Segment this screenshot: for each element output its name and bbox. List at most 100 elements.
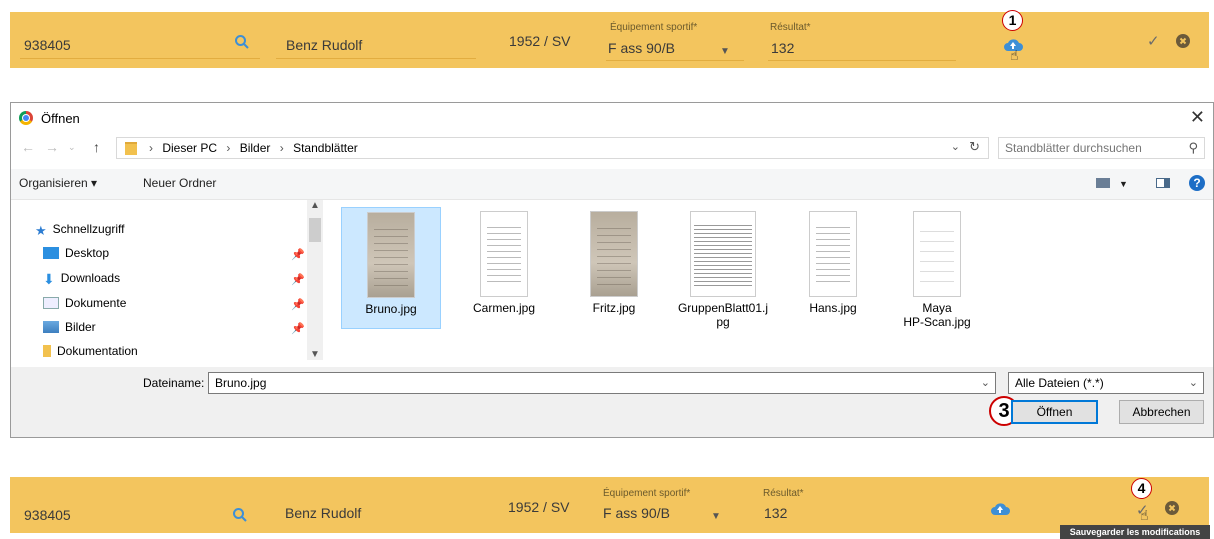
help-icon[interactable]: ? [1189,175,1205,191]
open-button[interactable]: Öffnen [1011,400,1098,424]
nav-item-pictures[interactable]: Bilder [43,320,96,334]
file-name: Fritz.jpg [592,301,636,315]
divider [606,60,744,61]
scroll-thumb[interactable] [309,218,321,242]
cloud-upload-icon[interactable] [990,502,1010,521]
caret-down-icon[interactable]: ▼ [711,511,721,522]
file-item-maya[interactable]: Maya HP-Scan.jpg [887,207,987,329]
equipment-label: Équipement sportif* [610,22,698,33]
up-icon[interactable]: ↑ [93,139,100,155]
back-icon[interactable]: ← [21,139,35,155]
file-thumbnail [590,211,638,297]
file-item-fritz[interactable]: Fritz.jpg [564,207,664,315]
chevron-down-icon[interactable]: ⌄ [1189,376,1198,389]
equipment-label: Équipement sportif* [603,488,691,499]
divider [768,60,956,61]
file-thumbnail [809,211,857,297]
organize-menu[interactable]: Organisieren ▾ [19,176,97,190]
step-badge-1: 1 [1002,10,1023,31]
file-thumbnail [367,212,415,298]
search-icon[interactable]: ⚲ [1188,140,1198,156]
filetype-select[interactable]: Alle Dateien (*.*) ⌄ [1008,372,1204,394]
hand-cursor-icon: ☝ [1010,47,1019,63]
documents-icon [43,297,59,309]
check-icon[interactable]: ✓ [1147,32,1160,50]
file-name: pg [716,315,730,329]
pin-icon[interactable]: 📌 [291,248,305,261]
file-thumbnail [480,211,528,297]
record-id: 938405 [24,507,71,523]
file-name: Bruno.jpg [365,302,417,316]
file-name: HP-Scan.jpg [903,315,971,329]
file-item-bruno[interactable]: Bruno.jpg [341,207,441,329]
athlete-name: Benz Rudolf [286,37,363,53]
forward-icon[interactable]: → [45,139,59,155]
caret-down-icon[interactable]: ▼ [1119,179,1128,189]
new-folder-button[interactable]: Neuer Ordner [143,176,216,190]
result-input[interactable]: 132 [764,505,787,521]
result-input[interactable]: 132 [771,40,794,56]
save-tooltip: Sauvegarder les modifications [1060,525,1210,539]
star-icon: ★ [35,223,47,238]
search-box[interactable]: ⚲ [998,137,1205,159]
file-name: Hans.jpg [809,301,857,315]
pictures-icon [43,321,59,333]
desktop-folder-icon [43,247,59,259]
search-input[interactable] [1003,140,1177,156]
caret-down-icon[interactable]: ▼ [720,46,730,57]
nav-item-downloads[interactable]: ⬇ Downloads [43,271,120,287]
scroll-down-icon[interactable]: ▼ [310,349,320,360]
file-open-dialog: Öffnen ✕ ← → ⌄ ↑ › Dieser PC › Bilder › … [10,102,1214,438]
year-category: 1952 / SV [509,33,571,49]
record-row-bottom: 938405 Benz Rudolf 1952 / SV Équipement … [10,477,1209,533]
chevron-down-icon[interactable]: ⌄ [981,376,990,389]
search-icon[interactable] [232,507,248,528]
breadcrumb-item[interactable]: Dieser PC [162,141,217,155]
download-icon: ⬇ [43,271,55,287]
filename-input[interactable] [213,375,957,391]
refresh-icon[interactable]: ↻ [969,139,980,155]
search-icon[interactable] [234,34,250,55]
file-item-gruppenblatt[interactable]: GruppenBlatt01.j pg [673,207,773,329]
address-row: ← → ⌄ ↑ › Dieser PC › Bilder › Standblät… [11,137,1213,161]
nav-item-desktop[interactable]: Desktop [43,246,109,260]
close-icon[interactable]: ✕ [1190,107,1205,128]
chevron-down-icon[interactable]: ⌄ [951,140,960,153]
preview-pane-icon[interactable] [1156,178,1170,188]
close-circle-icon[interactable] [1176,34,1190,53]
breadcrumb-item[interactable]: Standblätter [293,141,358,155]
nav-item-quick-access[interactable]: ★ Schnellzugriff [35,222,124,238]
scroll-up-icon[interactable]: ▲ [310,200,320,211]
folder-icon [43,345,51,357]
result-label: Résultat* [763,488,804,499]
navigation-pane: ★ Schnellzugriff Desktop 📌 ⬇ Downloads 📌 D… [11,200,325,360]
history-chevron-icon[interactable]: ⌄ [68,142,76,153]
file-name: GruppenBlatt01.j [677,301,769,315]
record-id: 938405 [24,37,71,53]
pin-icon[interactable]: 📌 [291,322,305,335]
dialog-toolbar: Organisieren ▾ Neuer Ordner ▼ ? [11,169,1213,200]
dialog-footer: Dateiname: ⌄ Alle Dateien (*.*) ⌄ 3 Öffn… [11,367,1213,437]
divider [20,58,260,59]
nav-item-documentation[interactable]: Dokumentation [43,344,138,358]
athlete-name: Benz Rudolf [285,505,362,521]
divider [276,58,476,59]
close-circle-icon[interactable] [1165,501,1179,520]
nav-scrollbar[interactable]: ▲ ▼ [307,200,323,360]
dialog-title: Öffnen [41,111,80,126]
address-bar[interactable]: › Dieser PC › Bilder › Standblätter ⌄ ↻ [116,137,989,159]
breadcrumb-item[interactable]: Bilder [240,141,271,155]
file-item-hans[interactable]: Hans.jpg [783,207,883,315]
nav-item-documents[interactable]: Dokumente [43,296,126,310]
view-options-icon[interactable] [1096,178,1110,188]
pin-icon[interactable]: 📌 [291,298,305,311]
cancel-button[interactable]: Abbrechen [1119,400,1204,424]
equipment-select[interactable]: F ass 90/B [608,40,675,56]
file-item-carmen[interactable]: Carmen.jpg [454,207,554,315]
pin-icon[interactable]: 📌 [291,273,305,286]
filename-field[interactable]: ⌄ [208,372,996,394]
result-label: Résultat* [770,22,811,33]
filetype-value: Alle Dateien (*.*) [1015,376,1104,390]
chrome-icon [19,111,33,125]
equipment-select[interactable]: F ass 90/B [603,505,670,521]
